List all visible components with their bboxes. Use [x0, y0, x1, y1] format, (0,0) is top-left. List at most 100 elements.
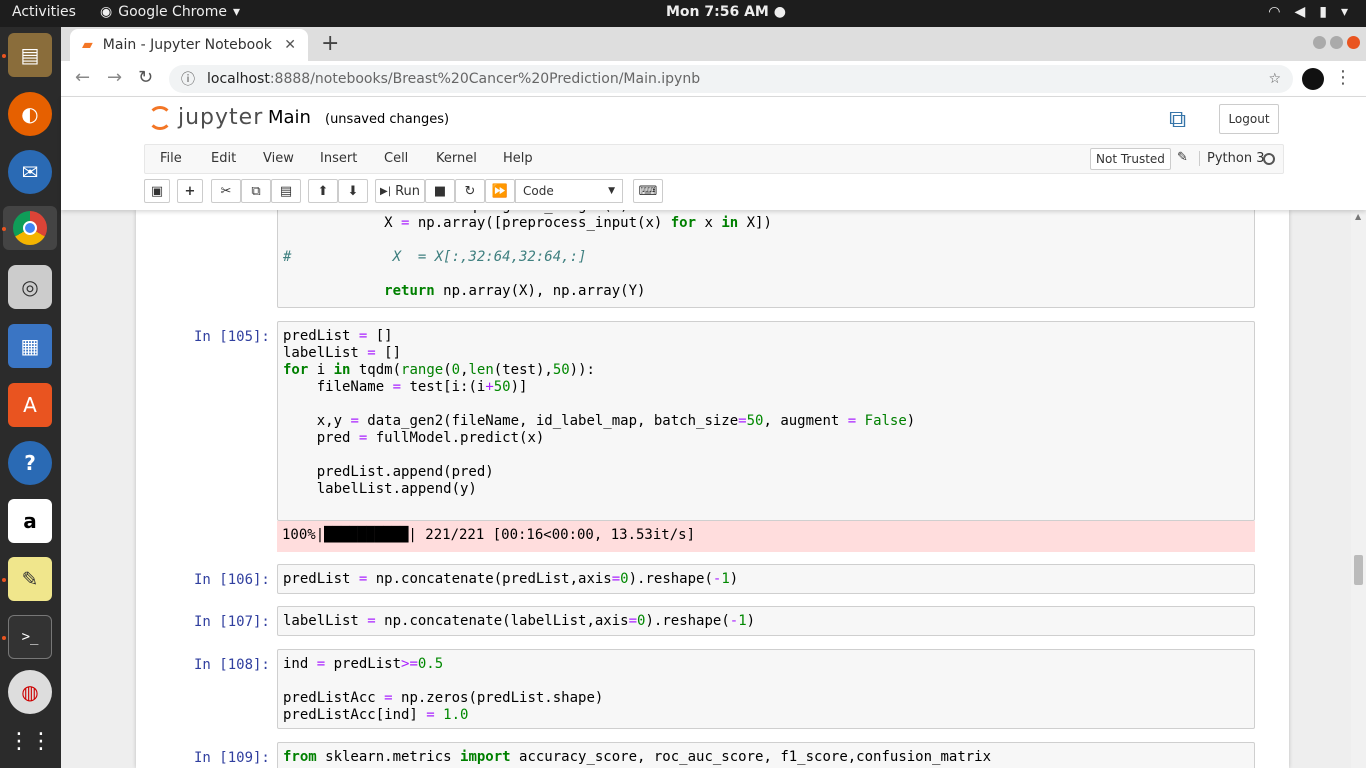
- move-up-button[interactable]: ⬆: [308, 179, 338, 203]
- chrome-icon: ◉: [100, 4, 113, 20]
- page-scrollbar[interactable]: ▲: [1351, 210, 1366, 768]
- save-icon: ▣: [150, 183, 164, 199]
- menu-cell[interactable]: Cell: [384, 151, 408, 166]
- menu-view[interactable]: View: [263, 151, 294, 166]
- stderr-output: 100%|██████████| 221/221 [00:16<00:00, 1…: [277, 521, 1255, 552]
- keyboard-icon: ⌨: [638, 183, 658, 199]
- save-button[interactable]: ▣: [144, 179, 170, 203]
- writer-icon[interactable]: ▦: [8, 324, 52, 368]
- info-icon[interactable]: ⓘ: [181, 69, 195, 89]
- activities-button[interactable]: Activities: [12, 4, 76, 20]
- move-down-button[interactable]: ⬇: [338, 179, 368, 203]
- paste-button[interactable]: ▤: [271, 179, 301, 203]
- running-indicator: [2, 227, 6, 231]
- jupyter-logo[interactable]: jupyter: [148, 105, 263, 130]
- logout-button[interactable]: Logout: [1219, 104, 1279, 134]
- amazon-icon[interactable]: a: [8, 499, 52, 543]
- thunderbird-icon[interactable]: ✉: [8, 150, 52, 194]
- files-icon[interactable]: ▤: [8, 33, 52, 77]
- address-bar[interactable]: ⓘ localhost:8888/notebooks/Breast%20Canc…: [169, 65, 1293, 93]
- bookmark-star-icon[interactable]: ☆: [1268, 71, 1281, 87]
- firefox-icon[interactable]: ◐: [8, 92, 52, 136]
- system-top-bar: Activities ◉ Google Chrome ▾ Mon 7:56 AM…: [0, 0, 1366, 27]
- reload-icon[interactable]: ↻: [138, 67, 153, 88]
- cell-type-select[interactable]: Code ▼: [515, 179, 623, 203]
- cell-prompt: In [108]:: [194, 657, 270, 673]
- command-palette-button[interactable]: ⌨: [633, 179, 663, 203]
- chrome-dock-icon[interactable]: [3, 206, 57, 250]
- progress-output: 100%|██████████| 221/221 [00:16<00:00, 1…: [282, 527, 696, 543]
- chevron-down-icon: ▾: [1340, 4, 1348, 20]
- cell-input[interactable]: predList = np.concatenate(predList,axis=…: [277, 564, 1255, 594]
- scrollbar-thumb[interactable]: [1354, 555, 1363, 585]
- menu-insert[interactable]: Insert: [320, 151, 357, 166]
- terminal-icon[interactable]: >_: [8, 615, 52, 659]
- interrupt-button[interactable]: ■: [425, 179, 455, 203]
- notebook-container: X = seq.augment_images(X) X = np.array([…: [136, 210, 1289, 768]
- tab-close-icon[interactable]: ✕: [284, 37, 296, 53]
- insert-cell-button[interactable]: +: [177, 179, 203, 203]
- paste-icon: ▤: [279, 183, 293, 199]
- cell-input[interactable]: ind = predList>=0.5 predListAcc = np.zer…: [277, 649, 1255, 729]
- text-editor-icon[interactable]: ✎: [8, 557, 52, 601]
- menu-help[interactable]: Help: [503, 151, 533, 166]
- running-indicator: [2, 578, 6, 582]
- kernel-name[interactable]: Python 3: [1199, 151, 1264, 166]
- ubuntu-dock: ▤ ◐ ✉ ◎ ▦ A ? a ✎ >_ ◍ ⋮⋮: [0, 27, 61, 768]
- clock[interactable]: Mon 7:56 AM ●: [666, 4, 786, 20]
- help-icon[interactable]: ?: [8, 441, 52, 485]
- menu-edit[interactable]: Edit: [211, 151, 236, 166]
- menu-kernel[interactable]: Kernel: [436, 151, 477, 166]
- maximize-button[interactable]: [1330, 36, 1343, 49]
- wifi-icon: ◠: [1268, 4, 1281, 20]
- cell-prompt: In [109]:: [194, 750, 270, 766]
- plus-icon: +: [184, 183, 196, 199]
- app-icon[interactable]: ◍: [8, 670, 52, 714]
- notebook-favicon-icon: ▰: [82, 37, 93, 53]
- cell-input[interactable]: X = seq.augment_images(X) X = np.array([…: [277, 210, 1255, 308]
- show-apps-icon[interactable]: ⋮⋮: [8, 719, 52, 763]
- jupyter-logo-icon: [148, 105, 172, 130]
- restart-button[interactable]: ↻: [455, 179, 485, 203]
- running-indicator: [2, 636, 6, 640]
- stop-icon: ■: [433, 183, 447, 199]
- run-label: Run: [395, 183, 420, 199]
- new-tab-button[interactable]: +: [321, 31, 339, 56]
- jupyter-wordmark: jupyter: [178, 105, 264, 130]
- cut-button[interactable]: ✂: [211, 179, 241, 203]
- system-tray[interactable]: ◠ ◀ ▮ ▾: [1268, 4, 1348, 20]
- software-center-icon[interactable]: A: [8, 383, 52, 427]
- arrow-down-icon: ⬇: [347, 183, 359, 199]
- fast-forward-icon: ⏩: [491, 183, 509, 199]
- jupyter-page: jupyter Main (unsaved changes) ⧉ Logout …: [61, 97, 1366, 768]
- run-button[interactable]: ▶| Run: [375, 179, 425, 203]
- profile-avatar[interactable]: [1302, 68, 1324, 90]
- code: predList = [] labelList = [] for i in tq…: [283, 328, 916, 497]
- copy-button[interactable]: ⧉: [241, 179, 271, 203]
- forward-arrow-icon[interactable]: →: [107, 67, 122, 88]
- minimize-button[interactable]: [1313, 36, 1326, 49]
- restart-run-all-button[interactable]: ⏩: [485, 179, 515, 203]
- copy-icon: ⧉: [251, 183, 261, 199]
- menu-kebab-icon[interactable]: ⋮: [1334, 67, 1352, 88]
- scroll-up-icon[interactable]: ▲: [1355, 212, 1361, 221]
- kernel-idle-icon: [1263, 153, 1275, 165]
- back-arrow-icon[interactable]: ←: [75, 67, 90, 88]
- tab-main[interactable]: ▰ Main - Jupyter Notebook ✕: [70, 29, 308, 61]
- restart-icon: ↻: [464, 183, 476, 199]
- rhythmbox-icon[interactable]: ◎: [8, 265, 52, 309]
- notebook-name[interactable]: Main: [268, 107, 311, 128]
- chevron-down-icon: ▼: [608, 186, 615, 196]
- cell-input[interactable]: labelList = np.concatenate(labelList,axi…: [277, 606, 1255, 636]
- cell-input[interactable]: predList = [] labelList = [] for i in tq…: [277, 321, 1255, 521]
- window-controls: [1313, 36, 1360, 49]
- close-window-button[interactable]: [1347, 36, 1360, 49]
- tab-title: Main - Jupyter Notebook: [102, 37, 272, 53]
- tab-strip: ▰ Main - Jupyter Notebook ✕ +: [61, 27, 1366, 61]
- step-forward-icon: ▶|: [380, 185, 392, 197]
- not-trusted-badge[interactable]: Not Trusted: [1090, 148, 1171, 170]
- cell-input[interactable]: from sklearn.metrics import accuracy_sco…: [277, 742, 1255, 768]
- menu-file[interactable]: File: [160, 151, 182, 166]
- app-menu[interactable]: ◉ Google Chrome ▾: [100, 4, 240, 20]
- battery-icon: ▮: [1319, 4, 1327, 20]
